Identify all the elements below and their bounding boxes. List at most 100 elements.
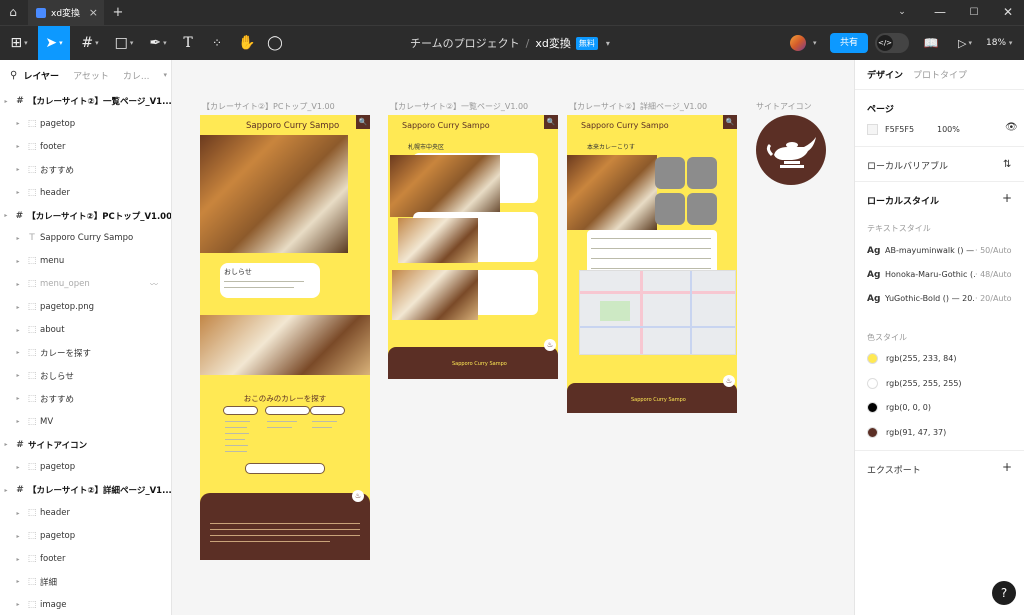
expand-arrow-icon[interactable]: ▸ — [12, 327, 24, 334]
expand-arrow-icon[interactable]: ▸ — [12, 281, 24, 288]
layer-frame[interactable]: ▸ # 【カレーサイト②】一覧ページ_V1... — [0, 90, 171, 112]
color-style-item[interactable]: rgb(255, 233, 84) — [867, 353, 956, 364]
expand-arrow-icon[interactable]: ▸ — [12, 533, 24, 540]
frame-label-site-icon[interactable]: サイトアイコン — [756, 101, 812, 112]
canvas[interactable]: 【カレーサイト②】PCトップ_V1.00 【カレーサイト②】一覧ページ_V1.0… — [172, 60, 854, 615]
layer-item[interactable]: ▸ ⬚ image — [0, 594, 171, 615]
frame-tool-button[interactable]: # ▾ — [76, 26, 104, 60]
layer-item[interactable]: ▸ ⬚ menu_open 〰 — [0, 273, 171, 295]
add-style-icon[interactable]: + — [1002, 191, 1012, 205]
shape-tool-button[interactable]: □ ▾ — [110, 26, 138, 60]
expand-arrow-icon[interactable]: ▸ — [12, 166, 24, 173]
minimize-icon[interactable]: — — [932, 0, 948, 25]
pen-tool-button[interactable]: ✒ ▾ — [144, 26, 172, 60]
search-icon[interactable]: ⚲ — [10, 70, 17, 81]
site-icon-frame[interactable] — [756, 115, 826, 185]
expand-arrow-icon[interactable]: ▸ — [12, 464, 24, 471]
expand-arrow-icon[interactable]: ▸ — [0, 487, 12, 494]
hidden-indicator-icon[interactable]: 〰 — [150, 279, 158, 290]
layer-item[interactable]: ▸ ⬚ pagetop — [0, 113, 171, 135]
expand-arrow-icon[interactable]: ▸ — [0, 441, 12, 448]
maximize-icon[interactable]: ☐ — [966, 0, 982, 25]
project-link[interactable]: チームのプロジェクト — [410, 35, 520, 51]
layer-item[interactable]: ▸ ⬚ おすすめ — [0, 159, 171, 181]
chevron-down-icon[interactable]: ▾ — [606, 39, 610, 48]
layer-item[interactable]: ▸ ⬚ おすすめ — [0, 388, 171, 410]
close-tab-icon[interactable]: × — [89, 6, 98, 19]
text-style-item[interactable]: Ag Honoka-Maru-Gothic (... · 48/Auto — [867, 270, 1012, 280]
zoom-level[interactable]: 18% ▾ — [986, 26, 1012, 60]
expand-arrow-icon[interactable]: ▸ — [12, 349, 24, 356]
page-opacity-value[interactable]: 100% — [937, 125, 960, 134]
tab-pages[interactable]: カレ... — [123, 69, 150, 82]
expand-arrow-icon[interactable]: ▸ — [12, 372, 24, 379]
page-color-value[interactable]: F5F5F5 — [885, 125, 914, 134]
tab-prototype[interactable]: プロトタイプ — [913, 68, 967, 81]
layer-item[interactable]: ▸ ⬚ pagetop — [0, 456, 171, 478]
text-style-item[interactable]: Ag YuGothic-Bold () — 20... · 20/Auto — [867, 294, 1012, 304]
expand-arrow-icon[interactable]: ▸ — [12, 418, 24, 425]
expand-arrow-icon[interactable]: ▸ — [12, 189, 24, 196]
frame-list[interactable]: Sapporo Curry Sampo 🔍 札幌市中央区 ♨ Sapporo C… — [388, 115, 558, 379]
adjust-icon[interactable]: ⇅ — [1003, 159, 1011, 170]
layer-item[interactable]: ▸ ⬚ header — [0, 502, 171, 524]
file-tab[interactable]: xd変換 × — [28, 0, 104, 25]
page-color-swatch[interactable] — [867, 124, 878, 135]
layer-item[interactable]: ▸ ⬚ カレーを探す — [0, 342, 171, 364]
layer-item[interactable]: ▸ T Sapporo Curry Sampo — [0, 227, 171, 249]
new-tab-icon[interactable]: + — [110, 0, 126, 25]
frame-label-pc-top[interactable]: 【カレーサイト②】PCトップ_V1.00 — [202, 101, 335, 112]
expand-arrow-icon[interactable]: ▸ — [0, 98, 12, 105]
frame-label-detail[interactable]: 【カレーサイト②】詳細ページ_V1.00 — [569, 101, 707, 112]
expand-arrow-icon[interactable]: ▸ — [12, 258, 24, 265]
chevron-down-icon[interactable]: ⌄ — [894, 0, 910, 25]
help-button[interactable]: ? — [992, 581, 1016, 605]
layer-item[interactable]: ▸ ⬚ pagetop.png — [0, 296, 171, 318]
text-style-item[interactable]: Ag AB-mayuminwalk () — · 50/Auto — [867, 246, 1012, 256]
tab-layers[interactable]: レイヤー — [23, 69, 59, 82]
expand-arrow-icon[interactable]: ▸ — [12, 578, 24, 585]
avatar[interactable] — [790, 35, 806, 51]
expand-arrow-icon[interactable]: ▸ — [12, 304, 24, 311]
tab-design[interactable]: デザイン — [867, 68, 903, 81]
expand-arrow-icon[interactable]: ▸ — [12, 235, 24, 242]
layer-item[interactable]: ▸ ⬚ header — [0, 182, 171, 204]
home-icon[interactable]: ⌂ — [4, 0, 22, 25]
layer-item[interactable]: ▸ ⬚ about — [0, 319, 171, 341]
expand-arrow-icon[interactable]: ▸ — [12, 556, 24, 563]
layer-item[interactable]: ▸ ⬚ menu — [0, 250, 171, 272]
frame-detail[interactable]: Sapporo Curry Sampo 🔍 本来カレーこりす ♨ Sapporo… — [567, 115, 737, 413]
add-export-icon[interactable]: + — [1002, 460, 1012, 474]
dev-mode-toggle[interactable]: </> — [875, 33, 909, 53]
present-button[interactable]: ▷ ▾ — [952, 26, 978, 60]
color-style-item[interactable]: rgb(255, 255, 255) — [867, 377, 962, 389]
eye-icon[interactable]: 👁 — [1005, 122, 1018, 133]
expand-arrow-icon[interactable]: ▸ — [12, 143, 24, 150]
resources-button[interactable]: ⁘ — [206, 26, 228, 60]
window-close-icon[interactable]: ✕ — [1000, 0, 1016, 25]
library-button[interactable]: 📖 — [920, 26, 942, 60]
layer-frame[interactable]: ▸ # 【カレーサイト②】PCトップ_V1.00 — [0, 205, 171, 227]
frame-pc-top[interactable]: Sapporo Curry Sampo 🔍 おしらせ おこのみのカレーを探す ♨ — [200, 115, 370, 560]
tab-assets[interactable]: アセット — [73, 69, 109, 82]
layer-item[interactable]: ▸ ⬚ 詳細 — [0, 571, 171, 593]
color-style-item[interactable]: rgb(0, 0, 0) — [867, 402, 931, 413]
main-menu-button[interactable]: ⊞ ▾ — [4, 26, 34, 60]
layer-frame[interactable]: ▸ # サイトアイコン — [0, 434, 171, 456]
expand-arrow-icon[interactable]: ▸ — [12, 510, 24, 517]
layer-frame[interactable]: ▸ # 【カレーサイト②】詳細ページ_V1... — [0, 479, 171, 501]
chevron-down-icon[interactable]: ▾ — [813, 26, 817, 60]
expand-arrow-icon[interactable]: ▸ — [12, 601, 24, 608]
share-button[interactable]: 共有 — [830, 33, 868, 53]
file-name[interactable]: xd変換 — [535, 35, 571, 51]
local-variables-label[interactable]: ローカルバリアブル — [867, 159, 948, 172]
layer-item[interactable]: ▸ ⬚ MV — [0, 411, 171, 433]
layer-item[interactable]: ▸ ⬚ pagetop — [0, 525, 171, 547]
layer-item[interactable]: ▸ ⬚ おしらせ — [0, 365, 171, 387]
layer-item[interactable]: ▸ ⬚ footer — [0, 548, 171, 570]
hand-tool-button[interactable]: ✋ — [236, 26, 258, 60]
chevron-down-icon[interactable]: ▾ — [163, 71, 167, 79]
expand-arrow-icon[interactable]: ▸ — [12, 120, 24, 127]
frame-label-list[interactable]: 【カレーサイト②】一覧ページ_V1.00 — [390, 101, 528, 112]
text-tool-button[interactable]: T — [178, 26, 198, 60]
